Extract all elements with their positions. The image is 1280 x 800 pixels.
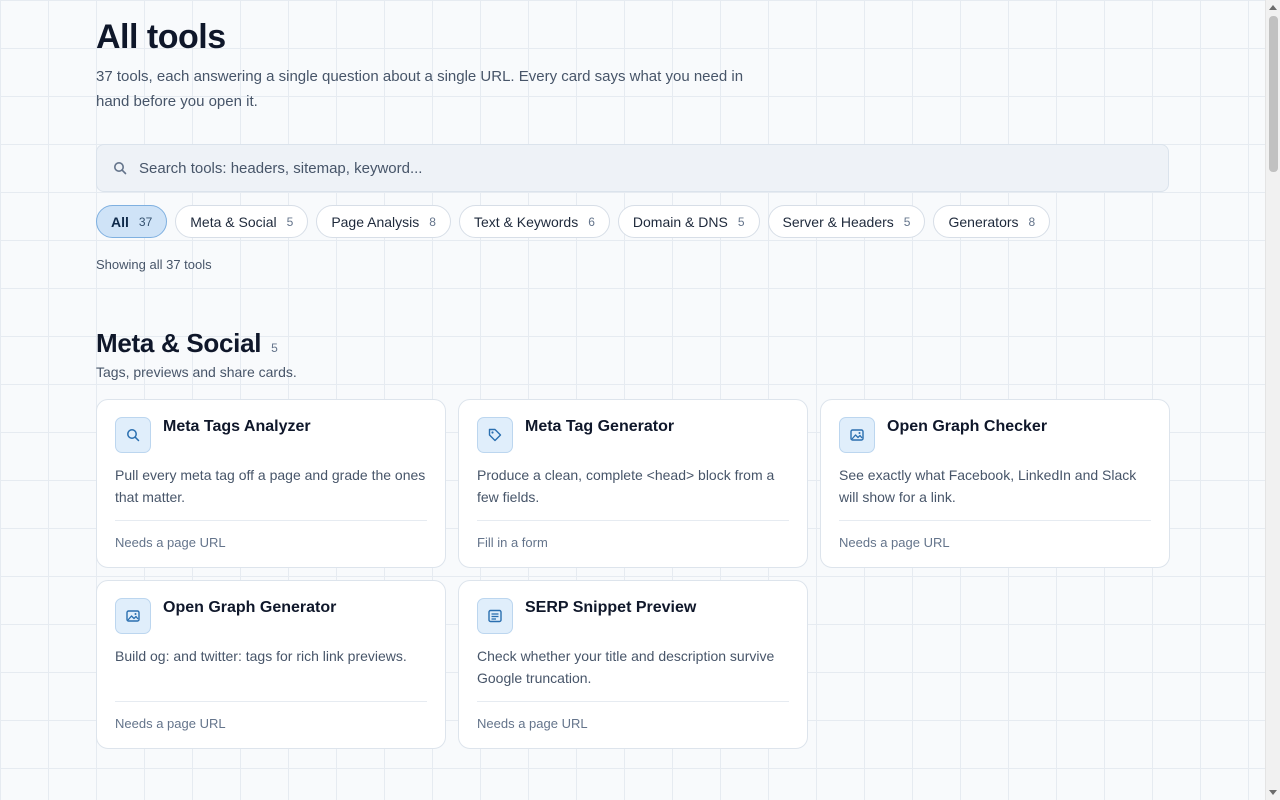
card-divider bbox=[115, 701, 427, 702]
tool-card-requirement: Needs a page URL bbox=[115, 535, 226, 550]
filter-chip-domain-dns[interactable]: Domain & DNS 5 bbox=[617, 205, 760, 238]
search-icon bbox=[115, 417, 151, 453]
filter-chip-count: 5 bbox=[903, 214, 911, 229]
filter-chip-server-headers[interactable]: Server & Headers 5 bbox=[767, 205, 926, 238]
filter-chip-label: Page Analysis bbox=[331, 213, 420, 230]
tool-card-description: Build og: and twitter: tags for rich lin… bbox=[115, 648, 407, 664]
search-input[interactable] bbox=[139, 159, 1039, 177]
tool-card[interactable]: Meta Tags Analyzer Pull every meta tag o… bbox=[96, 399, 446, 568]
tool-card[interactable]: Open Graph Checker See exactly what Face… bbox=[820, 399, 1170, 568]
tool-card[interactable]: SERP Snippet Preview Check whether your … bbox=[458, 580, 808, 749]
card-divider bbox=[477, 520, 789, 521]
search-bar[interactable] bbox=[96, 144, 1169, 192]
tool-card-description: Produce a clean, complete <head> block f… bbox=[477, 467, 775, 505]
card-divider bbox=[115, 520, 427, 521]
section-count: 5 bbox=[271, 341, 278, 355]
tool-card-title: Open Graph Generator bbox=[163, 599, 337, 616]
scrollbar[interactable] bbox=[1265, 0, 1280, 800]
filter-chip-count: 8 bbox=[429, 214, 436, 229]
results-status: Showing all 37 tools bbox=[96, 257, 212, 272]
tool-card-title: Meta Tags Analyzer bbox=[163, 418, 311, 435]
filter-chip-label: All bbox=[111, 213, 129, 230]
filter-chips: All 37 Meta & Social 5 Page Analysis 8 T… bbox=[96, 205, 1051, 238]
scroll-down-arrow-icon[interactable] bbox=[1269, 790, 1277, 795]
filter-chip-label: Generators bbox=[948, 213, 1019, 230]
scroll-up-arrow-icon[interactable] bbox=[1269, 5, 1277, 10]
snippet-icon bbox=[477, 598, 513, 634]
filter-chip-label: Meta & Social bbox=[190, 213, 277, 230]
filter-chip-label: Text & Keywords bbox=[473, 213, 579, 230]
filter-chip-count: 37 bbox=[138, 214, 153, 229]
tool-card[interactable]: Meta Tag Generator Produce a clean, comp… bbox=[458, 399, 808, 568]
filter-chip-count: 5 bbox=[286, 214, 294, 229]
tool-card-requirement: Needs a page URL bbox=[839, 535, 950, 550]
filter-chip-label: Server & Headers bbox=[782, 213, 894, 230]
page-subtitle: 37 tools, each answering a single questi… bbox=[96, 68, 744, 110]
filter-chip-text-keywords[interactable]: Text & Keywords 6 bbox=[458, 205, 610, 238]
tool-card-requirement: Needs a page URL bbox=[477, 716, 588, 731]
card-divider bbox=[477, 701, 789, 702]
filter-chip-meta-social[interactable]: Meta & Social 5 bbox=[175, 205, 309, 238]
scrollbar-thumb[interactable] bbox=[1269, 16, 1278, 172]
divider bbox=[0, 288, 1265, 289]
section-description: Tags, previews and share cards. bbox=[96, 364, 297, 380]
section-title: Meta & Social bbox=[96, 328, 262, 358]
image-icon bbox=[839, 417, 875, 453]
tool-card[interactable]: Open Graph Generator Build og: and twitt… bbox=[96, 580, 446, 749]
filter-chip-page-analysis[interactable]: Page Analysis 8 bbox=[316, 205, 451, 238]
tool-card-description: Check whether your title and description… bbox=[477, 648, 775, 686]
tool-card-title: Open Graph Checker bbox=[887, 418, 1048, 435]
tool-card-description: Pull every meta tag off a page and grade… bbox=[115, 467, 426, 505]
tool-card-requirement: Needs a page URL bbox=[115, 716, 226, 731]
filter-chip-count: 8 bbox=[1028, 214, 1036, 229]
search-icon bbox=[113, 161, 127, 175]
filter-chip-generators[interactable]: Generators 8 bbox=[933, 205, 1051, 238]
tool-card-description: See exactly what Facebook, LinkedIn and … bbox=[839, 467, 1137, 505]
filter-chip-all[interactable]: All 37 bbox=[96, 205, 168, 238]
tool-grid: Meta Tags Analyzer Pull every meta tag o… bbox=[96, 399, 1170, 749]
tool-card-requirement: Fill in a form bbox=[477, 535, 548, 550]
image-edit-icon bbox=[115, 598, 151, 634]
page-title: All tools bbox=[96, 18, 226, 56]
filter-chip-count: 6 bbox=[588, 214, 595, 229]
filter-chip-label: Domain & DNS bbox=[632, 213, 728, 230]
tool-card-title: Meta Tag Generator bbox=[525, 418, 675, 435]
tool-card-title: SERP Snippet Preview bbox=[525, 599, 697, 616]
tag-icon bbox=[477, 417, 513, 453]
card-divider bbox=[839, 520, 1151, 521]
section-heading: Meta & Social 5 bbox=[96, 328, 278, 359]
filter-chip-count: 5 bbox=[737, 214, 745, 229]
